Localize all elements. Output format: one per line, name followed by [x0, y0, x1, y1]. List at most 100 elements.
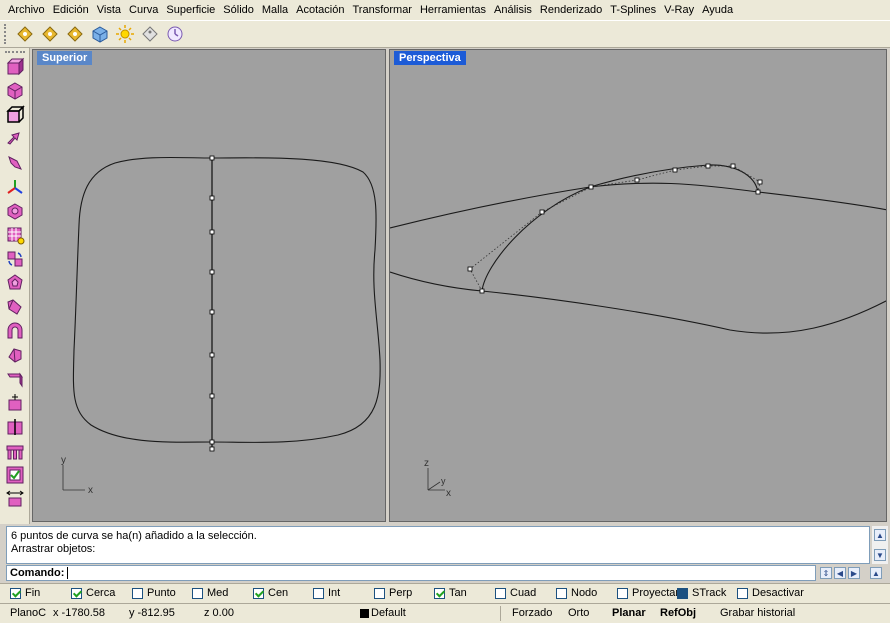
- osnap-bar: Fin Cerca Punto Med Cen Int Perp Tan Cua…: [0, 583, 890, 603]
- osnap-strack[interactable]: STrack: [677, 587, 726, 599]
- checkbox-icon[interactable]: [192, 587, 203, 599]
- status-planar[interactable]: Planar: [612, 607, 646, 619]
- snap-tag-icon[interactable]: [14, 23, 36, 45]
- menu-solido[interactable]: Sólido: [219, 0, 258, 20]
- status-history[interactable]: Grabar historial: [720, 607, 795, 619]
- split-icon[interactable]: [4, 416, 26, 438]
- osnap-punto[interactable]: Punto: [132, 587, 176, 599]
- box-solid-icon[interactable]: [4, 56, 26, 78]
- checkbox-icon[interactable]: [374, 587, 385, 599]
- command-nav: ⇕ ◀ ▶: [820, 567, 860, 579]
- checkbox-icon[interactable]: [495, 587, 506, 599]
- checkbox-icon[interactable]: [10, 587, 21, 599]
- axis-y-label-persp: y: [441, 476, 446, 486]
- checkbox-icon[interactable]: [313, 587, 324, 599]
- checkbox-icon[interactable]: [253, 587, 264, 599]
- status-z: z 0.00: [204, 607, 234, 619]
- cap-plus-icon[interactable]: [4, 392, 26, 414]
- checkbox-icon[interactable]: [677, 587, 688, 599]
- status-separator: [500, 606, 501, 621]
- boolean-union-icon[interactable]: [4, 200, 26, 222]
- tag-icon[interactable]: [139, 23, 161, 45]
- check-solid-icon[interactable]: [4, 464, 26, 486]
- checkbox-icon[interactable]: [556, 587, 567, 599]
- snap-tag-icon-2[interactable]: [39, 23, 61, 45]
- scroll-down-icon[interactable]: ▼: [874, 549, 886, 561]
- status-orto[interactable]: Orto: [568, 607, 589, 619]
- menu-vista[interactable]: Vista: [93, 0, 125, 20]
- status-forzado[interactable]: Forzado: [512, 607, 552, 619]
- osnap-tan[interactable]: Tan: [434, 587, 467, 599]
- distance-arrows-icon[interactable]: [4, 488, 26, 510]
- menu-analisis[interactable]: Análisis: [490, 0, 536, 20]
- osnap-med[interactable]: Med: [192, 587, 228, 599]
- loft-icon[interactable]: [4, 296, 26, 318]
- osnap-fin[interactable]: Fin: [10, 587, 40, 599]
- status-plane[interactable]: PlanoC: [10, 607, 46, 619]
- closed-curve: [72, 156, 381, 443]
- menu-ayuda[interactable]: Ayuda: [698, 0, 737, 20]
- history-scrollbar[interactable]: ▲ ▼: [872, 526, 888, 564]
- rotate-icon[interactable]: [4, 248, 26, 270]
- left-toolbar-grip[interactable]: [5, 51, 25, 55]
- surface-grid-icon[interactable]: [4, 224, 26, 246]
- viewport-perspectiva[interactable]: Perspectiva z y x: [389, 49, 887, 522]
- menu-tsplines[interactable]: T-Splines: [606, 0, 660, 20]
- menu-acotacion[interactable]: Acotación: [292, 0, 348, 20]
- table-solid-icon[interactable]: [4, 440, 26, 462]
- sphere-solid-icon[interactable]: [4, 80, 26, 102]
- menu-edicion[interactable]: Edición: [49, 0, 93, 20]
- menu-herramientas[interactable]: Herramientas: [416, 0, 490, 20]
- checkbox-icon[interactable]: [617, 587, 628, 599]
- fillet-edge-icon[interactable]: [4, 128, 26, 150]
- offset-surface-icon[interactable]: [4, 368, 26, 390]
- menu-archivo[interactable]: Archivo: [4, 0, 49, 20]
- osnap-cuad[interactable]: Cuad: [495, 587, 536, 599]
- osnap-cerca[interactable]: Cerca: [71, 587, 115, 599]
- command-label: Comando:: [10, 567, 65, 579]
- menu-transformar[interactable]: Transformar: [348, 0, 416, 20]
- top-toolbar: [0, 20, 890, 48]
- osnap-int[interactable]: Int: [313, 587, 340, 599]
- upper-edge-curve: [390, 182, 886, 229]
- box-wire-icon[interactable]: [4, 104, 26, 126]
- viewport-superior[interactable]: Superior y x: [32, 49, 386, 522]
- arch-icon[interactable]: [4, 320, 26, 342]
- prev-icon[interactable]: ◀: [834, 567, 846, 579]
- checkbox-icon[interactable]: [737, 587, 748, 599]
- toolbar-grip[interactable]: [4, 24, 10, 44]
- osnap-nodo[interactable]: Nodo: [556, 587, 597, 599]
- extrude-icon[interactable]: [4, 152, 26, 174]
- chamfer-icon[interactable]: [4, 344, 26, 366]
- axis-z-label: z: [424, 458, 429, 469]
- left-toolbar: [0, 48, 30, 524]
- status-bar: PlanoC x -1780.58 y -812.95 z 0.00 Defau…: [0, 603, 890, 623]
- status-layer[interactable]: Default: [371, 607, 406, 619]
- gumball-axes-icon[interactable]: [4, 176, 26, 198]
- checkbox-icon[interactable]: [71, 587, 82, 599]
- menu-malla[interactable]: Malla: [258, 0, 292, 20]
- axis-x-label: x: [88, 485, 93, 496]
- osnap-cen[interactable]: Cen: [253, 587, 288, 599]
- render-cube-icon[interactable]: [89, 23, 111, 45]
- clock-icon[interactable]: [164, 23, 186, 45]
- status-x: x -1780.58: [53, 607, 105, 619]
- updown-icon[interactable]: ⇕: [820, 567, 832, 579]
- menu-curva[interactable]: Curva: [125, 0, 162, 20]
- command-input[interactable]: [67, 567, 815, 579]
- checkbox-icon[interactable]: [434, 587, 445, 599]
- osnap-perp[interactable]: Perp: [374, 587, 412, 599]
- scroll-up-icon[interactable]: ▲: [874, 529, 886, 541]
- menu-vray[interactable]: V-Ray: [660, 0, 698, 20]
- osnap-desactivar[interactable]: Desactivar: [737, 587, 804, 599]
- light-burst-icon[interactable]: [114, 23, 136, 45]
- menu-superficie[interactable]: Superficie: [162, 0, 219, 20]
- status-refobj[interactable]: RefObj: [660, 607, 696, 619]
- snap-tag-icon-3[interactable]: [64, 23, 86, 45]
- menu-renderizado[interactable]: Renderizado: [536, 0, 606, 20]
- osnap-proyectar[interactable]: Proyectar: [617, 587, 679, 599]
- next-icon[interactable]: ▶: [848, 567, 860, 579]
- polygon-solid-icon[interactable]: [4, 272, 26, 294]
- checkbox-icon[interactable]: [132, 587, 143, 599]
- command-up-icon[interactable]: ▲: [870, 567, 882, 579]
